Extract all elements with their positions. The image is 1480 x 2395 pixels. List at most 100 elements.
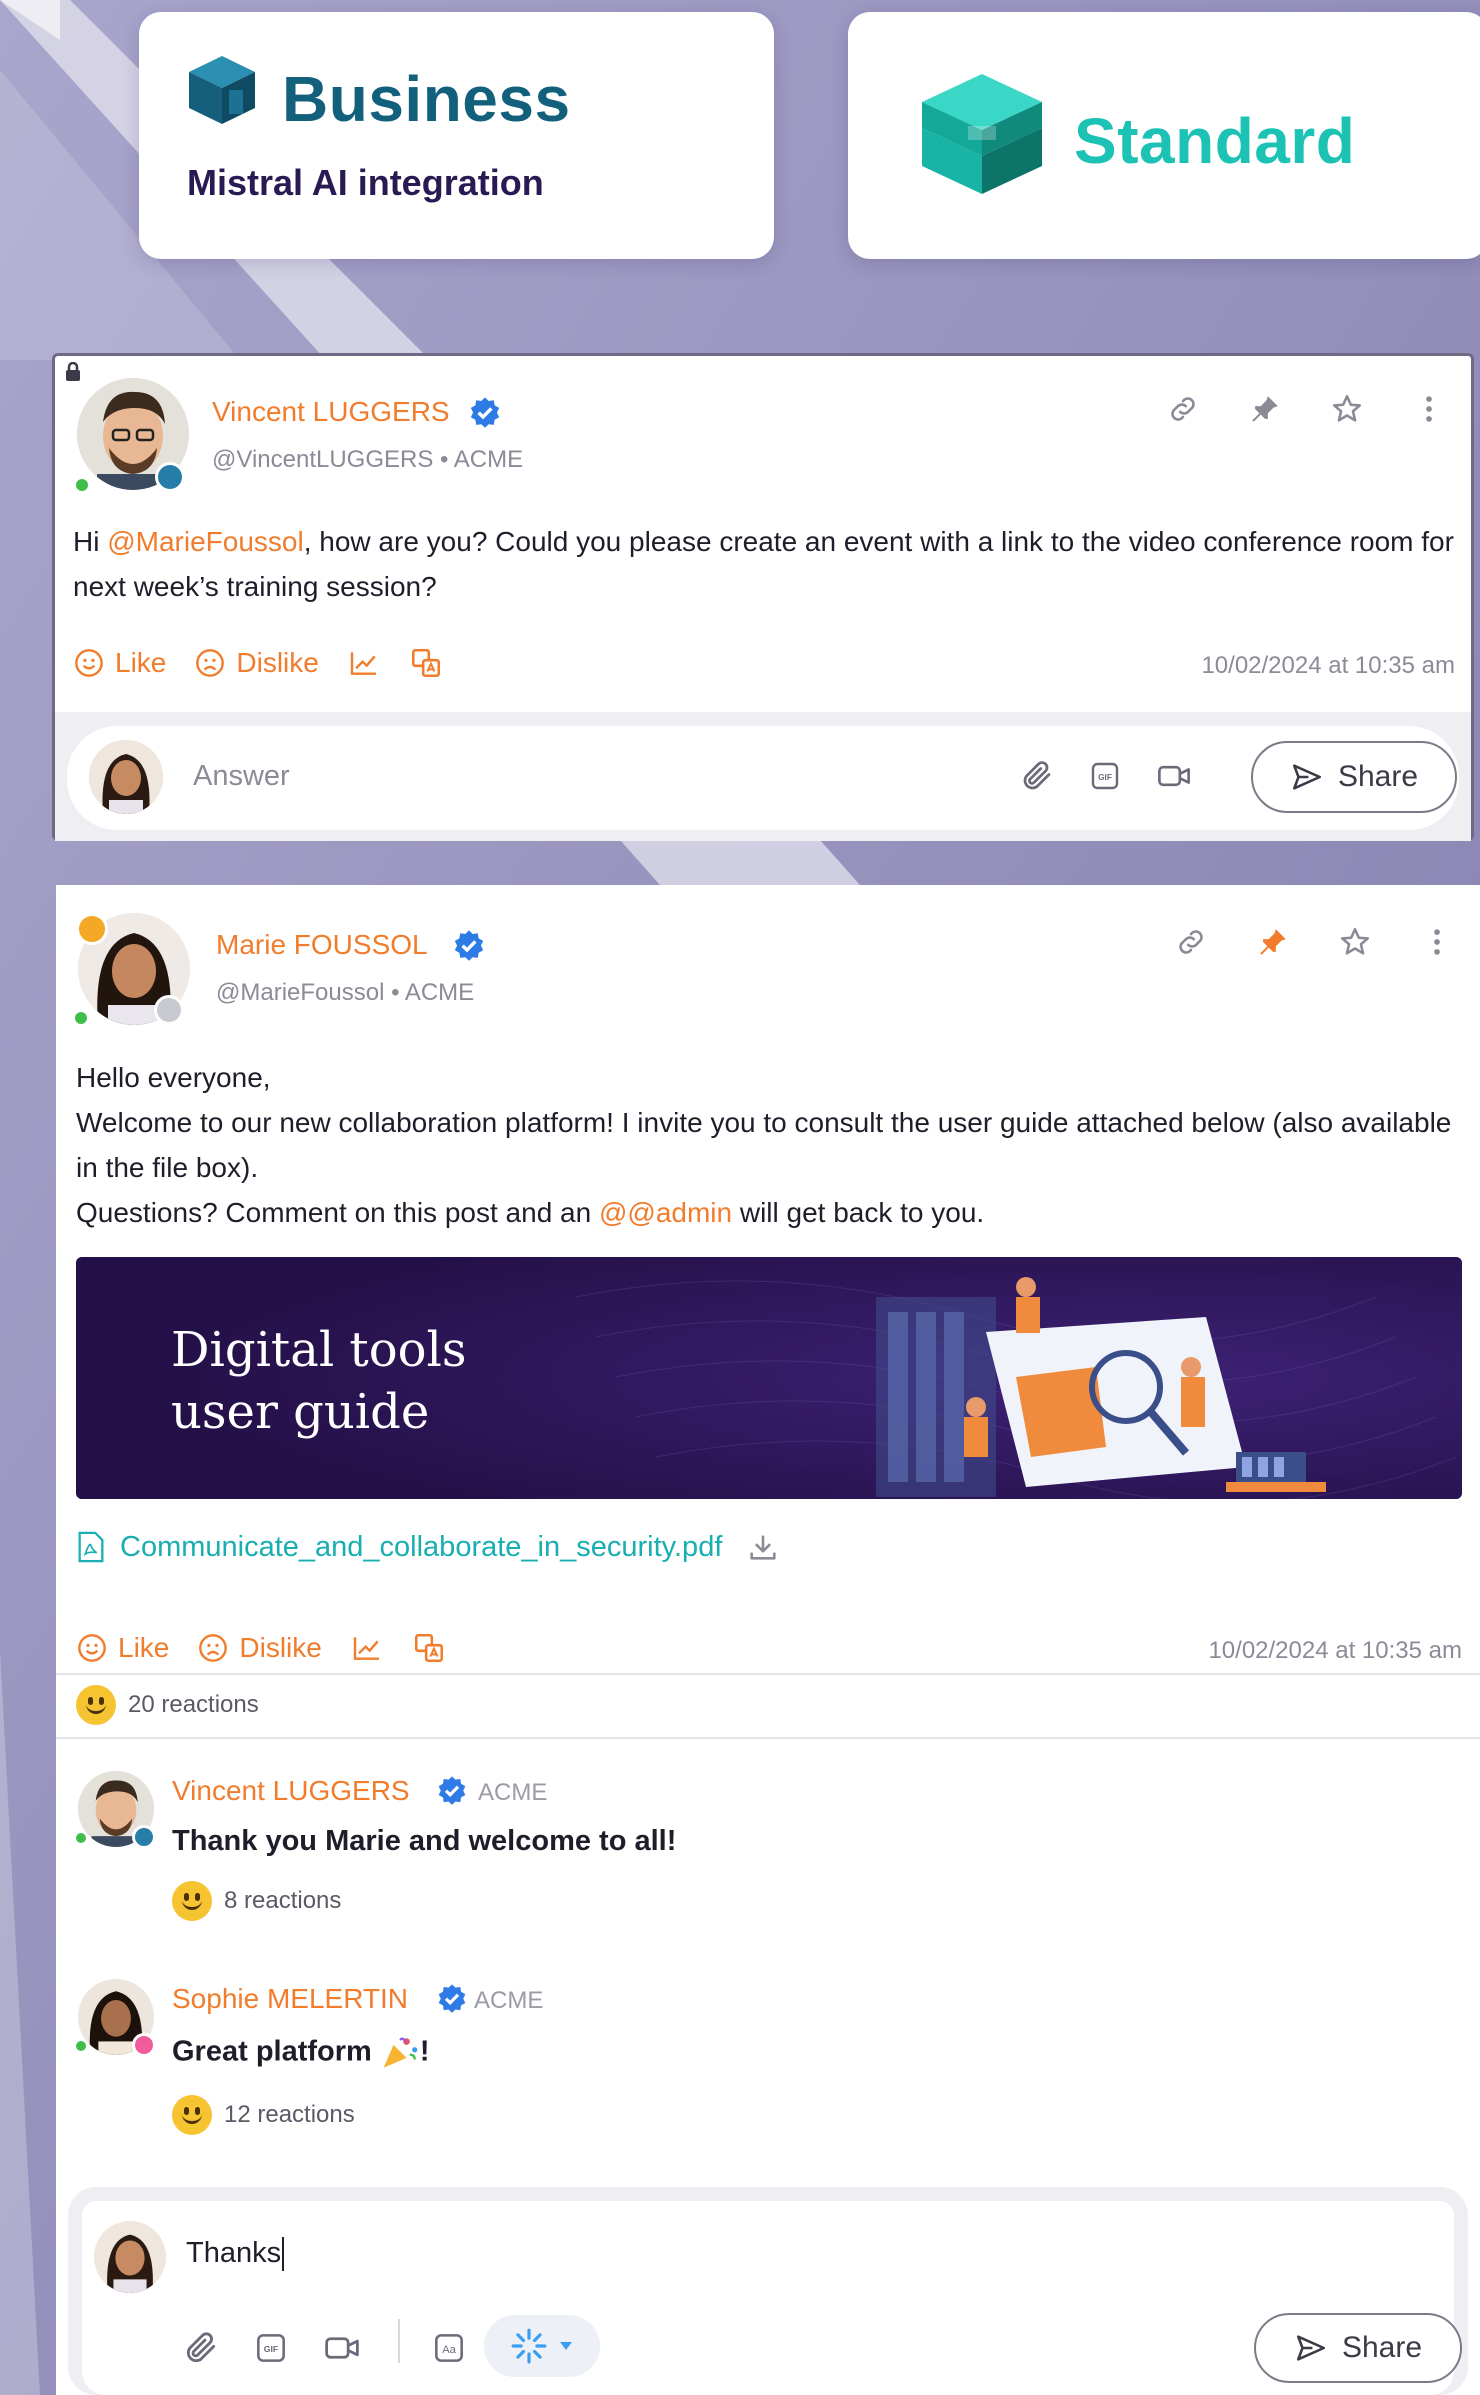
- verified-icon: [438, 1984, 466, 2013]
- comment-author[interactable]: Sophie MELERTIN: [172, 1983, 408, 2015]
- composer-field[interactable]: Thanks GIF Aa Share: [82, 2201, 1462, 2395]
- more-icon[interactable]: [1412, 392, 1446, 426]
- banner-title-line-1: Digital tools: [171, 1322, 467, 1378]
- link-icon[interactable]: [1166, 392, 1200, 426]
- share-button[interactable]: Share: [1251, 741, 1457, 813]
- mention-link[interactable]: @@admin: [599, 1197, 732, 1228]
- post-actions: Like Dislike: [73, 646, 471, 680]
- standard-s-icon: [922, 74, 1042, 194]
- reactions-count: 8 reactions: [224, 1887, 342, 1914]
- post-toolbar: [1166, 392, 1446, 426]
- share-button[interactable]: Share: [1254, 2313, 1462, 2383]
- org-text: • ACME: [391, 979, 475, 1006]
- post-timestamp: 10/02/2024 at 10:35 am: [1208, 1637, 1462, 1664]
- reactions-count: 12 reactions: [224, 2101, 355, 2128]
- body-line-1: Hello everyone,: [76, 1062, 271, 1093]
- business-title: Business: [282, 63, 571, 135]
- translate-icon: [414, 1633, 443, 1663]
- body-line-3-end: will get back to you.: [732, 1197, 985, 1228]
- lock-icon: [66, 362, 80, 381]
- composer-value: Thanks: [186, 2237, 282, 2269]
- user-guide-banner[interactable]: Digital tools user guide: [76, 1257, 1462, 1499]
- dislike-button[interactable]: Dislike: [194, 647, 319, 679]
- reactions-count: 20 reactions: [128, 1691, 259, 1718]
- post-reactions[interactable]: 20 reactions: [76, 1685, 259, 1725]
- gif-icon[interactable]: GIF: [1087, 758, 1123, 794]
- current-user-avatar-image: [89, 740, 163, 814]
- translate-button[interactable]: [412, 1631, 446, 1665]
- divider: [56, 1737, 1480, 1739]
- stats-button[interactable]: [350, 1632, 384, 1664]
- comment-org: ACME: [474, 1987, 544, 2014]
- paperclip-icon[interactable]: [1019, 758, 1055, 794]
- download-icon[interactable]: [746, 1530, 780, 1564]
- video-icon[interactable]: [322, 2329, 362, 2367]
- dislike-label: Dislike: [239, 1632, 322, 1663]
- comment-reactions[interactable]: 8 reactions: [172, 1881, 341, 1921]
- standard-badge: Standard: [848, 12, 1480, 259]
- video-icon[interactable]: [1155, 758, 1193, 794]
- post-author[interactable]: Vincent LUGGERS: [212, 396, 450, 428]
- post-actions: Like Dislike: [76, 1631, 474, 1665]
- pdf-icon: [78, 1531, 104, 1563]
- frown-icon: [199, 1634, 228, 1662]
- like-button[interactable]: Like: [73, 647, 166, 679]
- ai-sparkle-icon: [511, 2328, 547, 2364]
- like-label: Like: [118, 1632, 170, 1663]
- comment-author[interactable]: Vincent LUGGERS: [172, 1775, 410, 1807]
- mention-link[interactable]: @MarieFoussol: [107, 526, 303, 557]
- text-format-icon[interactable]: Aa: [430, 2329, 468, 2367]
- send-icon: [1296, 2335, 1325, 2361]
- dislike-label: Dislike: [236, 647, 319, 678]
- pin-icon[interactable]: [1256, 925, 1290, 959]
- star-icon[interactable]: [1330, 392, 1364, 426]
- svg-text:GIF: GIF: [264, 2344, 278, 2354]
- send-icon: [1292, 764, 1321, 790]
- link-icon[interactable]: [1174, 925, 1208, 959]
- role-status-dot: [132, 1825, 156, 1849]
- answer-field[interactable]: Answer GIF Share: [67, 726, 1459, 830]
- chevron-down-icon: [560, 2342, 572, 2350]
- current-user-avatar: [94, 2221, 166, 2293]
- banner-title-line-2: user guide: [171, 1384, 430, 1440]
- attachment-link[interactable]: Communicate_and_collaborate_in_security.…: [76, 1530, 780, 1564]
- stats-icon: [350, 652, 376, 675]
- post-card-marie: Marie FOUSSOL @MarieFoussol • ACME Hello…: [56, 885, 1480, 2395]
- share-label: Share: [1341, 2331, 1423, 2364]
- translate-icon: [411, 648, 440, 678]
- attachment-name: Communicate_and_collaborate_in_security.…: [120, 1530, 723, 1563]
- more-icon[interactable]: [1420, 925, 1454, 959]
- comment-reactions[interactable]: 12 reactions: [172, 2095, 355, 2135]
- frown-icon: [196, 649, 225, 677]
- online-status-dot: [74, 1831, 88, 1845]
- stats-button[interactable]: [347, 647, 381, 679]
- text-caret: [282, 2237, 285, 2272]
- post-card-vincent: Vincent LUGGERS @VincentLUGGERS • ACME H…: [52, 353, 1474, 841]
- composer-input[interactable]: Thanks: [186, 2237, 285, 2272]
- divider: [56, 1673, 1480, 1675]
- smiley-icon: [172, 2095, 212, 2135]
- post-handle: @MarieFoussol • ACME: [216, 979, 474, 1007]
- ai-assistant-button[interactable]: [484, 2315, 600, 2377]
- like-button[interactable]: Like: [76, 1632, 169, 1664]
- comment-text: Thank you Marie and welcome to all!: [172, 1825, 677, 1857]
- gif-icon[interactable]: GIF: [252, 2329, 290, 2367]
- toolbar-separator: [398, 2319, 400, 2363]
- verified-icon: [438, 1776, 466, 1805]
- stats-icon: [353, 1637, 379, 1660]
- post-timestamp: 10/02/2024 at 10:35 am: [1201, 652, 1455, 679]
- current-user-avatar: [89, 740, 163, 814]
- star-icon[interactable]: [1338, 925, 1372, 959]
- comment-text-suffix: !: [419, 2035, 430, 2068]
- comment-org: ACME: [478, 1779, 548, 1806]
- body-line-2: Welcome to our new collaboration platfor…: [76, 1107, 1452, 1183]
- post-author[interactable]: Marie FOUSSOL: [216, 929, 428, 961]
- role-status-dot: [132, 2033, 156, 2057]
- body-text-start: Hi: [73, 526, 108, 557]
- pin-icon[interactable]: [1248, 392, 1282, 426]
- dislike-button[interactable]: Dislike: [197, 1632, 322, 1664]
- translate-button[interactable]: [409, 646, 443, 680]
- smiley-icon: [76, 1685, 116, 1725]
- paperclip-icon[interactable]: [182, 2329, 220, 2367]
- smile-icon: [75, 649, 103, 677]
